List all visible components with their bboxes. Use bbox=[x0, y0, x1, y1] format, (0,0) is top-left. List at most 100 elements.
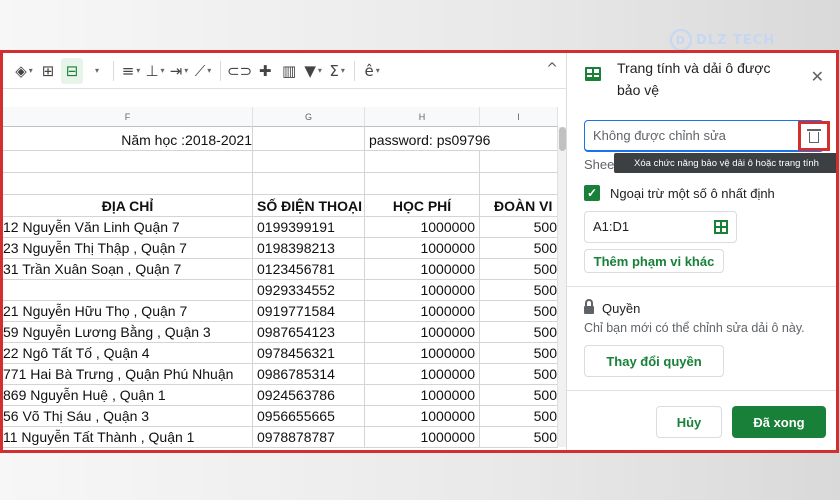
select-range-icon[interactable] bbox=[714, 220, 728, 234]
column-header-g[interactable]: G bbox=[253, 107, 365, 127]
address-cell[interactable]: 11 Nguyễn Tất Thành , Quận 1 bbox=[3, 427, 253, 447]
sheet-tab-label[interactable]: Shee bbox=[584, 157, 614, 172]
borders-icon[interactable]: ⊞ bbox=[37, 58, 59, 84]
phone-cell[interactable]: 0919771584 bbox=[253, 301, 365, 321]
cell[interactable] bbox=[365, 151, 480, 172]
column-header-f[interactable]: F bbox=[3, 107, 253, 127]
header-fee[interactable]: HỌC PHÍ bbox=[365, 195, 480, 216]
paint-format-icon[interactable]: ◈ ▾ bbox=[13, 58, 35, 84]
fee-cell[interactable]: 1000000 bbox=[365, 385, 480, 405]
fee-cell[interactable]: 1000000 bbox=[365, 427, 480, 447]
range-input[interactable]: A1:D1 bbox=[584, 211, 737, 243]
fee-cell[interactable]: 1000000 bbox=[365, 259, 480, 279]
scrollbar-thumb[interactable] bbox=[559, 127, 566, 151]
link-icon[interactable]: ⊂⊃ bbox=[227, 58, 252, 84]
except-cells-checkbox[interactable]: ✓ bbox=[584, 185, 600, 201]
union-cell[interactable]: 500 bbox=[480, 217, 558, 237]
union-cell[interactable]: 500 bbox=[480, 280, 558, 300]
cell[interactable] bbox=[3, 173, 253, 194]
union-cell[interactable]: 500 bbox=[480, 385, 558, 405]
union-cell[interactable]: 500 bbox=[480, 259, 558, 279]
align-horizontal-icon[interactable]: ≡ ▾ bbox=[120, 58, 142, 84]
union-cell[interactable]: 500 bbox=[480, 343, 558, 363]
add-another-range-button[interactable]: Thêm phạm vi khác bbox=[584, 249, 724, 273]
done-button[interactable]: Đã xong bbox=[732, 406, 826, 438]
table-row: 0929334552 1000000 500 bbox=[3, 280, 558, 301]
cell[interactable] bbox=[253, 173, 365, 194]
union-cell[interactable]: 500 bbox=[480, 364, 558, 384]
address-cell[interactable]: 23 Nguyễn Thị Thập , Quận 7 bbox=[3, 238, 253, 258]
address-cell[interactable]: 771 Hai Bà Trưng , Quận Phú Nhuận bbox=[3, 364, 253, 384]
cell[interactable] bbox=[365, 173, 480, 194]
address-cell[interactable]: 56 Võ Thị Sáu , Quận 3 bbox=[3, 406, 253, 426]
phone-cell[interactable]: 0986785314 bbox=[253, 364, 365, 384]
permissions-description: Chỉ bạn mới có thể chỉnh sửa dải ô này. bbox=[584, 321, 805, 335]
delete-protection-button[interactable] bbox=[798, 121, 830, 151]
table-row bbox=[3, 151, 558, 173]
address-cell[interactable]: 22 Ngô Tất Tố , Quận 4 bbox=[3, 343, 253, 363]
functions-icon[interactable]: Σ ▾ bbox=[326, 58, 348, 84]
phone-cell[interactable]: 0978456321 bbox=[253, 343, 365, 363]
except-cells-label: Ngoại trừ một số ô nhất định bbox=[610, 185, 775, 201]
phone-cell[interactable]: 0924563786 bbox=[253, 385, 365, 405]
text-wrap-icon[interactable]: ⇥ ▾ bbox=[168, 58, 190, 84]
phone-cell[interactable]: 0123456781 bbox=[253, 259, 365, 279]
input-tools-icon[interactable]: ê ▾ bbox=[361, 58, 383, 84]
header-union[interactable]: ĐOÀN VI bbox=[480, 195, 558, 216]
union-cell[interactable]: 500 bbox=[480, 301, 558, 321]
fee-cell[interactable]: 1000000 bbox=[365, 301, 480, 321]
union-cell[interactable]: 500 bbox=[480, 406, 558, 426]
address-cell[interactable]: 12 Nguyễn Văn Linh Quận 7 bbox=[3, 217, 253, 237]
password-cell[interactable]: password: ps09796 bbox=[365, 127, 558, 150]
fee-cell[interactable]: 1000000 bbox=[365, 322, 480, 342]
align-vertical-icon[interactable]: ⊥ ▾ bbox=[144, 58, 166, 84]
cell[interactable] bbox=[480, 173, 558, 194]
fee-cell[interactable]: 1000000 bbox=[365, 217, 480, 237]
address-cell[interactable]: 869 Nguyễn Huệ , Quận 1 bbox=[3, 385, 253, 405]
phone-cell[interactable]: 0929334552 bbox=[253, 280, 365, 300]
range-value: A1:D1 bbox=[593, 219, 630, 234]
cell[interactable] bbox=[253, 127, 365, 150]
union-cell[interactable]: 500 bbox=[480, 427, 558, 447]
address-cell[interactable]: 31 Trần Xuân Soạn , Quận 7 bbox=[3, 259, 253, 279]
description-input[interactable]: Không được chỉnh sửa bbox=[584, 120, 824, 152]
except-certain-cells-row[interactable]: ✓ Ngoại trừ một số ô nhất định bbox=[584, 185, 775, 201]
address-cell[interactable] bbox=[3, 280, 253, 300]
table-row bbox=[3, 173, 558, 195]
phone-cell[interactable]: 0198398213 bbox=[253, 238, 365, 258]
fee-cell[interactable]: 1000000 bbox=[365, 406, 480, 426]
phone-cell[interactable]: 0978878787 bbox=[253, 427, 365, 447]
union-cell[interactable]: 500 bbox=[480, 238, 558, 258]
lock-icon bbox=[584, 298, 594, 315]
permissions-title: Quyền bbox=[602, 301, 641, 316]
union-cell[interactable]: 500 bbox=[480, 322, 558, 342]
fee-cell[interactable]: 1000000 bbox=[365, 343, 480, 363]
merge-cells-icon[interactable]: ⊟ bbox=[61, 57, 83, 84]
phone-cell[interactable]: 0987654123 bbox=[253, 322, 365, 342]
close-icon[interactable]: ✕ bbox=[811, 67, 824, 87]
vertical-scrollbar[interactable] bbox=[557, 127, 566, 447]
column-header-h[interactable]: H bbox=[365, 107, 480, 127]
fee-cell[interactable]: 1000000 bbox=[365, 280, 480, 300]
address-cell[interactable]: 59 Nguyễn Lương Bằng , Quận 3 bbox=[3, 322, 253, 342]
cancel-button[interactable]: Hủy bbox=[656, 406, 722, 438]
filter-icon[interactable]: ▼ ▾ bbox=[302, 58, 324, 84]
collapse-toolbar-icon[interactable]: ^ bbox=[546, 61, 558, 77]
phone-cell[interactable]: 0956655665 bbox=[253, 406, 365, 426]
header-phone[interactable]: SỐ ĐIỆN THOẠI bbox=[253, 195, 365, 216]
chart-icon[interactable]: ▥ bbox=[278, 58, 300, 84]
school-year-cell[interactable]: Năm học :2018-2021 bbox=[3, 127, 253, 150]
header-address[interactable]: ĐỊA CHỈ bbox=[3, 195, 253, 216]
phone-cell[interactable]: 0199399191 bbox=[253, 217, 365, 237]
column-header-i[interactable]: I bbox=[480, 107, 558, 127]
merge-dropdown-icon[interactable]: ▾ bbox=[85, 58, 107, 84]
address-cell[interactable]: 21 Nguyễn Hữu Thọ , Quận 7 bbox=[3, 301, 253, 321]
cell[interactable] bbox=[253, 151, 365, 172]
comment-icon[interactable]: ✚ bbox=[254, 58, 276, 84]
fee-cell[interactable]: 1000000 bbox=[365, 364, 480, 384]
text-rotation-icon[interactable]: ⟋ ▾ bbox=[192, 58, 214, 84]
cell[interactable] bbox=[480, 151, 558, 172]
fee-cell[interactable]: 1000000 bbox=[365, 238, 480, 258]
cell[interactable] bbox=[3, 151, 253, 172]
change-permissions-button[interactable]: Thay đổi quyền bbox=[584, 345, 724, 377]
